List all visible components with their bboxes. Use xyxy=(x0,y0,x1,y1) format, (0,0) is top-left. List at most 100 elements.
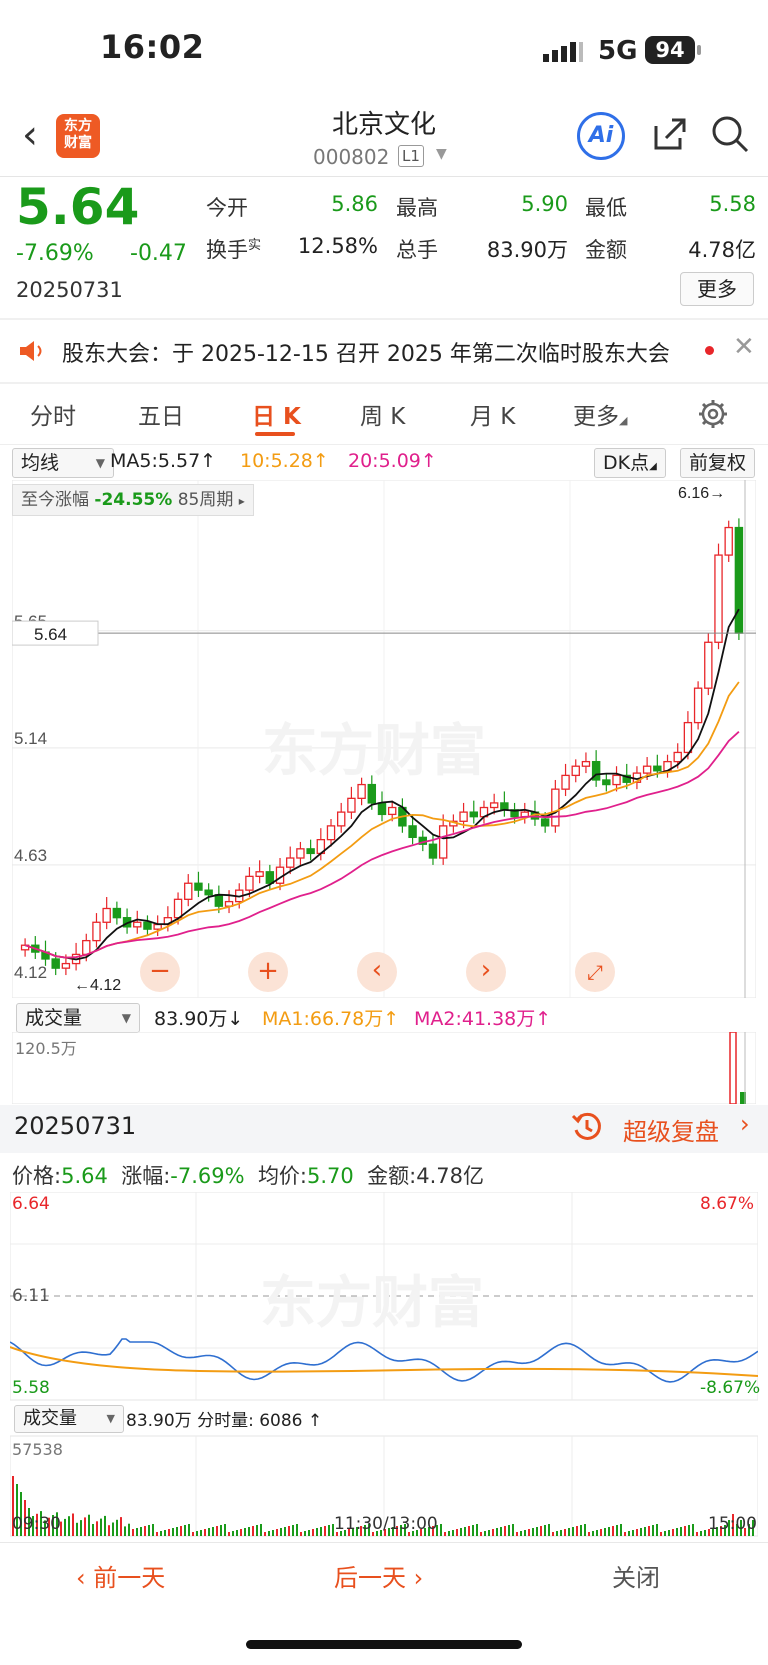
intraday-volume-bar xyxy=(76,1522,78,1536)
pct-value: -7.69% xyxy=(170,1164,245,1188)
intraday-volume-bar xyxy=(676,1528,678,1536)
intraday-volume-label: 成交量 xyxy=(23,1408,77,1429)
notice-text[interactable]: 股东大会：于 2025-12-15 召开 2025 年第二次临时股东大会 xyxy=(62,336,670,368)
intraday-volume-select[interactable]: 成交量 ▼ xyxy=(14,1405,124,1433)
tab-more-label: 更多 xyxy=(573,404,619,430)
kline-low-label: ←4.12 xyxy=(74,977,121,994)
close-icon[interactable]: ✕ xyxy=(733,332,755,362)
tab-weekly-k[interactable]: 周 K xyxy=(360,397,405,431)
turnover-value: 12.58% xyxy=(297,234,378,258)
intraday-volume-bar xyxy=(580,1525,582,1536)
cellular-signal-icon xyxy=(543,42,583,62)
intraday-volume-bar xyxy=(520,1531,522,1536)
volume-ma2: MA2:41.38万↑ xyxy=(414,1008,552,1030)
candle-body xyxy=(143,921,152,930)
intraday-volume-bar xyxy=(500,1527,502,1536)
intraday-chart[interactable]: 东方财富 xyxy=(10,1192,758,1542)
candle-body xyxy=(734,526,744,634)
next-day-label: 后一天 xyxy=(334,1564,406,1592)
intraday-volume-bar xyxy=(508,1525,510,1536)
intraday-volume-bar xyxy=(616,1525,618,1536)
candle-body xyxy=(387,806,397,816)
intraday-volume-bar xyxy=(136,1528,138,1536)
zoom-in-button[interactable]: + xyxy=(248,952,288,992)
share-icon[interactable] xyxy=(650,114,690,154)
kline-high-label: 6.16→ xyxy=(678,485,725,502)
gear-icon[interactable] xyxy=(697,398,729,430)
intraday-volume-bar xyxy=(148,1525,150,1536)
level-badge[interactable]: L1 xyxy=(398,145,424,167)
candle-body xyxy=(255,871,264,878)
candle-body xyxy=(51,958,60,969)
kline-chart[interactable]: 5.655.144.634.12东方财富5.646.16→←4.12 xyxy=(12,480,756,998)
amount-label: 金额: xyxy=(367,1164,417,1188)
intraday-volume-bar xyxy=(320,1527,322,1536)
intraday-pct-top: 8.67% xyxy=(700,1194,755,1214)
tab-more[interactable]: 更多◢ xyxy=(573,397,627,431)
intraday-volume-bar xyxy=(256,1525,258,1536)
intraday-volume-bar xyxy=(632,1530,634,1536)
next-day-button[interactable]: 后一天 › xyxy=(334,1558,423,1593)
intraday-volume-bar xyxy=(204,1529,206,1536)
adjust-button[interactable]: 前复权 xyxy=(680,448,756,478)
volume-ma1: MA1:66.78万↑ xyxy=(262,1008,400,1030)
intraday-volume-bar xyxy=(164,1530,166,1536)
dk-point-button[interactable]: DK点◢ xyxy=(594,448,666,478)
amount-value: 4.78亿 xyxy=(416,1164,484,1188)
intraday-volume-bar xyxy=(128,1523,130,1536)
zoom-out-button[interactable]: − xyxy=(140,952,180,992)
candle-body xyxy=(551,788,560,827)
intraday-volume-bar xyxy=(636,1529,638,1536)
intraday-volume-bar xyxy=(620,1524,622,1536)
fullscreen-icon[interactable]: ⤢ xyxy=(575,952,615,992)
candle-body xyxy=(306,848,315,855)
tab-daily-k[interactable]: 日 K xyxy=(252,397,301,431)
intraday-volume-bar xyxy=(264,1532,266,1536)
candle-body xyxy=(286,857,295,868)
tab-intraday[interactable]: 分时 xyxy=(30,397,76,431)
super-replay-link[interactable]: 超级复盘 xyxy=(623,1112,719,1147)
ma-select[interactable]: 均线 ▼ xyxy=(12,448,114,478)
history-icon[interactable] xyxy=(570,1110,604,1144)
intraday-volume-bar xyxy=(64,1518,66,1536)
watermark: 东方财富 xyxy=(260,1271,484,1336)
chevron-right-icon[interactable]: › xyxy=(740,1110,750,1138)
tab-monthly-k[interactable]: 月 K xyxy=(470,397,515,431)
intraday-volume-bar xyxy=(548,1524,550,1536)
intraday-volume-bar xyxy=(268,1531,270,1536)
pan-right-button[interactable]: › xyxy=(466,952,506,992)
turnover-label: 换手实 xyxy=(206,234,261,264)
search-icon[interactable] xyxy=(710,114,750,154)
kline-y-tick: 4.12 xyxy=(14,963,47,982)
ai-button[interactable]: Ai xyxy=(577,112,625,160)
intraday-volume-bar xyxy=(324,1526,326,1536)
stock-code: 000802 xyxy=(313,145,390,169)
intraday-y-mid: 6.11 xyxy=(12,1286,50,1306)
intraday-volume-bar xyxy=(456,1529,458,1536)
intraday-volume-bar xyxy=(104,1515,106,1536)
intraday-volume-bar xyxy=(588,1532,590,1536)
intraday-volume-bar xyxy=(296,1524,298,1536)
intraday-volume-bar xyxy=(524,1530,526,1536)
volume-bar xyxy=(729,1032,737,1104)
tab-five-day[interactable]: 五日 xyxy=(138,397,184,431)
prev-day-button[interactable]: ‹ 前一天 xyxy=(76,1558,165,1593)
range-gain-chip[interactable]: 至今涨幅 -24.55% 85周期 ▸ xyxy=(12,484,254,516)
pan-left-button[interactable]: ‹ xyxy=(357,952,397,992)
intraday-volume-bar xyxy=(460,1528,462,1536)
candle-body xyxy=(408,825,417,839)
intraday-volume-bar xyxy=(228,1532,230,1536)
intraday-volume-bar xyxy=(168,1529,170,1536)
intraday-volume-bar xyxy=(680,1527,682,1536)
intraday-volume-bar xyxy=(568,1528,570,1536)
intraday-y-top: 6.64 xyxy=(12,1194,50,1214)
volume-select[interactable]: 成交量 ▼ xyxy=(16,1003,140,1033)
intraday-volume-bar xyxy=(216,1526,218,1536)
close-button[interactable]: 关闭 xyxy=(612,1558,660,1593)
caret-down-icon[interactable]: ▼ xyxy=(436,146,447,162)
divider xyxy=(0,382,768,384)
intraday-volume-bar xyxy=(544,1525,546,1536)
candle-body xyxy=(673,751,682,763)
candle-body xyxy=(438,825,448,859)
more-button[interactable]: 更多 xyxy=(680,272,754,306)
